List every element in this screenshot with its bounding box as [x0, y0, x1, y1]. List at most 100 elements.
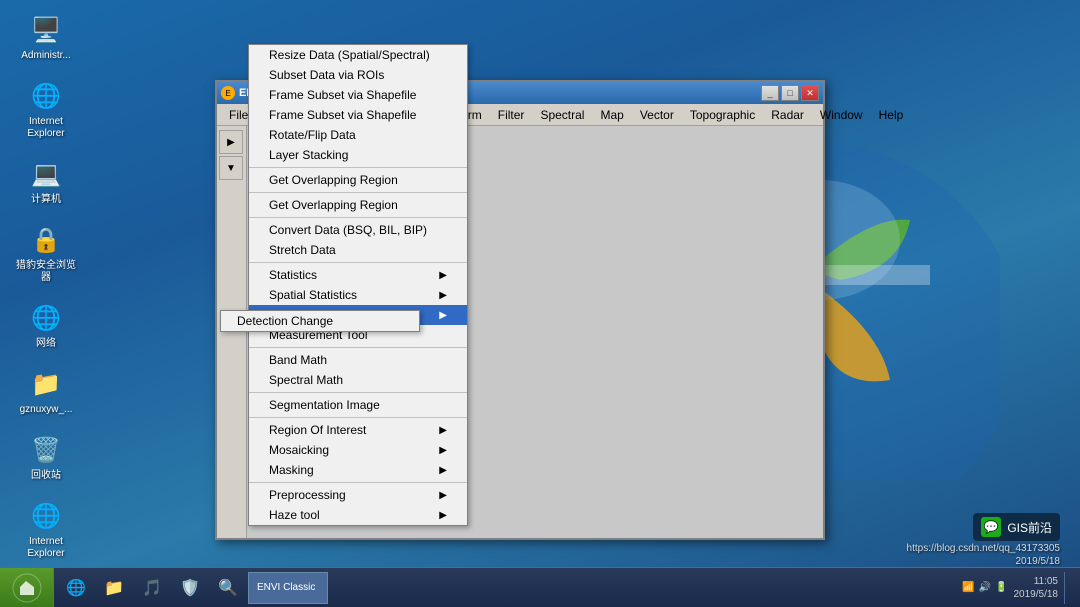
separator-3	[249, 217, 467, 218]
spatial-stats-arrow: ▶	[439, 290, 447, 301]
change-detection-submenu: Detection Change	[220, 310, 420, 332]
close-button[interactable]: ✕	[801, 85, 819, 101]
dropdown-layer-stacking[interactable]: Layer Stacking	[249, 145, 467, 165]
computer-label: 计算机	[31, 194, 61, 206]
roi-arrow: ▶	[439, 425, 447, 436]
preprocessing-arrow: ▶	[439, 490, 447, 501]
taskbar-envi-button[interactable]: ENVI Classic	[248, 572, 328, 604]
dropdown-resize[interactable]: Resize Data (Spatial/Spectral)	[249, 45, 467, 65]
desktop-icon-recycle[interactable]: 🗑️ 回收站	[10, 430, 82, 486]
menu-window[interactable]: Window	[812, 106, 871, 124]
submenu-detection-change[interactable]: Detection Change	[221, 311, 419, 331]
separator-4	[249, 262, 467, 263]
browser-label: 猎豹安全浏览器	[14, 260, 78, 284]
network-icon: 🌐	[30, 302, 62, 334]
taskbar-clock: 11:05 2019/5/18	[1014, 575, 1059, 601]
dropdown-spectral-math[interactable]: Spectral Math	[249, 370, 467, 390]
dropdown-subset-rois[interactable]: Subset Data via ROIs	[249, 65, 467, 85]
desktop-icon-ie2[interactable]: 🌐 Internet Explorer	[10, 496, 82, 564]
menu-map[interactable]: Map	[592, 106, 631, 124]
separator-2	[249, 192, 467, 193]
taskbar-media-icon[interactable]: 🎵	[134, 570, 170, 606]
separator-8	[249, 482, 467, 483]
dropdown-preprocessing[interactable]: Preprocessing ▶	[249, 485, 467, 505]
basic-tools-dropdown: Resize Data (Spatial/Spectral) Subset Da…	[248, 44, 468, 526]
change-detection-arrow: ▶	[439, 310, 447, 321]
menu-spectral[interactable]: Spectral	[532, 106, 592, 124]
haze-arrow: ▶	[439, 510, 447, 521]
ie2-icon: 🌐	[30, 500, 62, 532]
taskbar-system-icons: 📶 🔊 🔋	[962, 582, 1007, 593]
dropdown-statistics[interactable]: Statistics ▶	[249, 265, 467, 285]
ie1-icon: 🌐	[30, 80, 62, 112]
dropdown-frame-subset-2[interactable]: Frame Subset via Shapefile	[249, 105, 467, 125]
watermark-date: 2019/5/18	[1016, 556, 1061, 567]
desktop-icon-administrator[interactable]: 🖥️ Administr...	[10, 10, 82, 66]
taskbar-search-icon[interactable]: 🔍	[210, 570, 246, 606]
window-controls: _ □ ✕	[761, 85, 819, 101]
dropdown-rotate[interactable]: Rotate/Flip Data	[249, 125, 467, 145]
desktop-icon-folder[interactable]: 📁 gznuxyw_...	[10, 364, 82, 420]
battery-icon: 🔋	[995, 582, 1007, 593]
show-desktop-button[interactable]	[1064, 572, 1072, 604]
browser-icon: 🔒	[30, 224, 62, 256]
taskbar-right: 📶 🔊 🔋 11:05 2019/5/18	[954, 568, 1080, 607]
wechat-label: GIS前沿	[1007, 519, 1052, 536]
recycle-label: 回收站	[31, 470, 61, 482]
ie1-label: Internet Explorer	[14, 116, 78, 140]
separator-5	[249, 347, 467, 348]
dropdown-roi[interactable]: Region Of Interest ▶	[249, 420, 467, 440]
dropdown-convert[interactable]: Convert Data (BSQ, BIL, BIP)	[249, 220, 467, 240]
dropdown-segmentation[interactable]: Segmentation Image	[249, 395, 467, 415]
taskbar-browser-icon[interactable]: 🛡️	[172, 570, 208, 606]
menu-topographic[interactable]: Topographic	[682, 106, 763, 124]
desktop-icon-computer[interactable]: 💻 计算机	[10, 154, 82, 210]
network-label: 网络	[36, 338, 56, 350]
taskbar-icons: 🌐 📁 🎵 🛡️ 🔍 ENVI Classic	[54, 570, 954, 606]
masking-arrow: ▶	[439, 465, 447, 476]
separator-6	[249, 392, 467, 393]
folder-icon: 📁	[30, 368, 62, 400]
computer-icon: 💻	[30, 158, 62, 190]
network-status-icon: 📶	[962, 582, 974, 593]
dropdown-band-math[interactable]: Band Math	[249, 350, 467, 370]
menu-radar[interactable]: Radar	[763, 106, 812, 124]
desktop-icons-container: 🖥️ Administr... 🌐 Internet Explorer 💻 计算…	[0, 0, 92, 607]
start-button[interactable]	[0, 568, 54, 607]
volume-icon: 🔊	[979, 582, 991, 593]
desktop-icon-ie1[interactable]: 🌐 Internet Explorer	[10, 76, 82, 144]
sidebar-tool-2[interactable]: ▼	[219, 156, 243, 180]
dropdown-haze[interactable]: Haze tool ▶	[249, 505, 467, 525]
administrator-icon: 🖥️	[30, 14, 62, 46]
taskbar-ie-icon[interactable]: 🌐	[58, 570, 94, 606]
minimize-button[interactable]: _	[761, 85, 779, 101]
taskbar-date-display: 2019/5/18	[1014, 588, 1059, 601]
folder-label: gznuxyw_...	[20, 404, 73, 416]
dropdown-overlapping-1[interactable]: Get Overlapping Region	[249, 170, 467, 190]
dropdown-mosaicking[interactable]: Mosaicking ▶	[249, 440, 467, 460]
taskbar-folder-icon[interactable]: 📁	[96, 570, 132, 606]
maximize-button[interactable]: □	[781, 85, 799, 101]
wechat-icon: 💬	[981, 517, 1001, 537]
sidebar-tool-1[interactable]: ▶	[219, 130, 243, 154]
menu-vector[interactable]: Vector	[632, 106, 682, 124]
menu-help[interactable]: Help	[871, 106, 912, 124]
separator-1	[249, 167, 467, 168]
dropdown-spatial-stats[interactable]: Spatial Statistics ▶	[249, 285, 467, 305]
window-sidebar: ▶ ▼	[217, 126, 247, 538]
window-icon: E	[221, 86, 235, 100]
dropdown-masking[interactable]: Masking ▶	[249, 460, 467, 480]
desktop-icon-network[interactable]: 🌐 网络	[10, 298, 82, 354]
mosaicking-arrow: ▶	[439, 445, 447, 456]
taskbar-time-display: 11:05	[1014, 575, 1059, 588]
statistics-arrow: ▶	[439, 270, 447, 281]
dropdown-overlapping-2[interactable]: Get Overlapping Region	[249, 195, 467, 215]
ie2-label: Internet Explorer	[14, 536, 78, 560]
taskbar: 🌐 📁 🎵 🛡️ 🔍 ENVI Classic 📶 🔊 🔋 11:05 2019…	[0, 567, 1080, 607]
dropdown-stretch[interactable]: Stretch Data	[249, 240, 467, 260]
watermark-url: https://blog.csdn.net/qq_43173305	[907, 543, 1060, 554]
dropdown-frame-subset-1[interactable]: Frame Subset via Shapefile	[249, 85, 467, 105]
desktop-icon-browser[interactable]: 🔒 猎豹安全浏览器	[10, 220, 82, 288]
menu-filter[interactable]: Filter	[490, 106, 533, 124]
recycle-icon: 🗑️	[30, 434, 62, 466]
